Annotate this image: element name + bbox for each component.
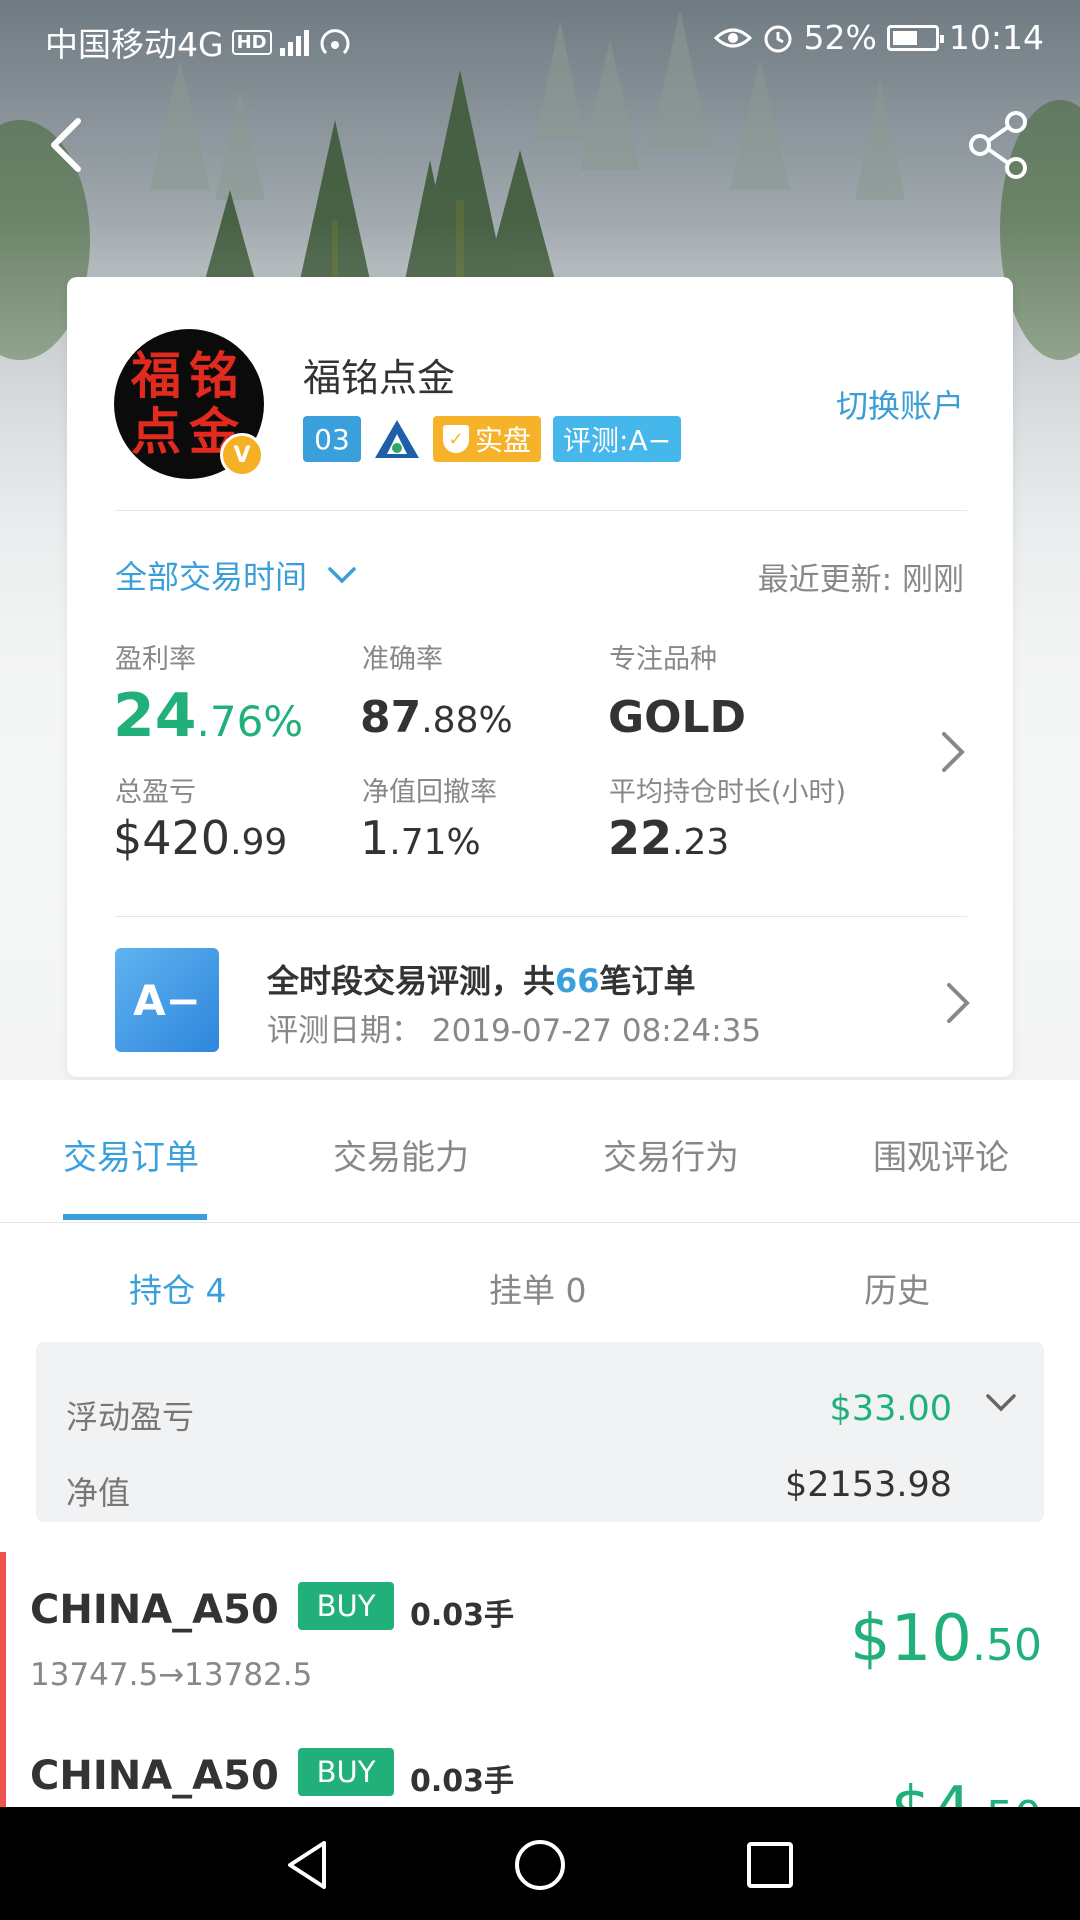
- tab-positions[interactable]: 持仓 4: [129, 1264, 227, 1312]
- order-pnl: $10.50: [850, 1602, 1042, 1676]
- main-tabs: 交易订单 交易能力 交易行为 围观评论: [0, 1080, 1080, 1223]
- order-pnl-dec: .50: [972, 1792, 1042, 1807]
- nav-recents-icon[interactable]: [740, 1835, 800, 1895]
- hotspot-icon: [320, 29, 350, 55]
- accuracy-value: 87.88%: [360, 692, 513, 743]
- chevron-down-icon[interactable]: [984, 1392, 1018, 1414]
- divider: [115, 916, 967, 917]
- order-side-badge: BUY: [298, 1582, 394, 1630]
- back-icon[interactable]: [44, 115, 88, 175]
- tab-history[interactable]: 历史: [864, 1264, 930, 1312]
- real-account-label: 实盘: [475, 424, 532, 457]
- system-nav-bar: [0, 1807, 1080, 1920]
- tab-ability[interactable]: 交易能力: [333, 1130, 469, 1179]
- user-name: 福铭点金: [303, 356, 456, 400]
- period-dropdown[interactable]: 全部交易时间: [115, 552, 357, 598]
- tag-row: 03 ✓ 实盘 评测:A−: [303, 416, 682, 462]
- order-row[interactable]: CHINA_A50 BUY 0.03手 $4.50: [0, 1718, 1080, 1807]
- chevron-right-icon[interactable]: [939, 730, 967, 774]
- battery-percent: 52%: [803, 18, 877, 57]
- drawdown-label: 净值回撤率: [362, 777, 497, 808]
- last-update: 最近更新: 刚刚: [757, 562, 964, 598]
- accuracy-label: 准确率: [362, 644, 443, 675]
- carrier-label: 中国移动4G: [45, 25, 224, 64]
- status-left: 中国移动4G HD: [45, 18, 357, 66]
- chevron-down-icon: [328, 567, 356, 584]
- profile-card: 福铭点金 V 福铭点金 03 ✓ 实盘 评测:A− 切换账户 全部交易时间 最近…: [67, 277, 1013, 1077]
- focus-label: 专注品种: [609, 644, 717, 675]
- profit-rate-dec: .76%: [196, 697, 304, 746]
- account-summary: 浮动盈亏 $33.00 净值 $2153.98: [36, 1342, 1044, 1522]
- floating-pnl-label: 浮动盈亏: [66, 1398, 195, 1436]
- order-row[interactable]: CHINA_A50 BUY 0.03手 13747.5→13782.5 $10.…: [0, 1552, 1080, 1720]
- signal-icon: [279, 28, 309, 56]
- evaluation-title-prefix: 全时段交易评测，共: [267, 962, 556, 1000]
- status-bar: 中国移动4G HD 52% 10:14: [0, 0, 1080, 75]
- sub-tabs: 持仓 4 挂单 0 历史: [0, 1224, 1080, 1344]
- profit-rate-label: 盈利率: [115, 644, 196, 675]
- verified-icon: V: [220, 433, 264, 477]
- total-pnl-dec: .99: [230, 822, 288, 863]
- period-label: 全部交易时间: [115, 558, 308, 596]
- evaluation-title-suffix: 笔订单: [599, 962, 696, 1000]
- chevron-right-icon[interactable]: [944, 981, 972, 1025]
- avg-hold-label: 平均持仓时长(小时): [609, 777, 847, 808]
- avg-hold-dec: .23: [672, 822, 730, 863]
- share-icon[interactable]: [968, 110, 1030, 180]
- drawdown-int: 1: [360, 811, 390, 865]
- total-pnl-int: $420: [113, 811, 231, 865]
- order-lots: 0.03手: [410, 1598, 515, 1633]
- evaluation-date: 评测日期： 2019-07-27 08:24:35: [267, 1013, 762, 1049]
- evaluation-tag: 评测:A−: [553, 416, 682, 462]
- focus-value: GOLD: [608, 692, 747, 743]
- order-symbol: CHINA_A50: [30, 1753, 279, 1799]
- order-pnl: $4.50: [891, 1774, 1042, 1807]
- order-prices: 13747.5→13782.5: [30, 1657, 313, 1693]
- shield-check-icon: ✓: [443, 425, 469, 453]
- tab-pending[interactable]: 挂单 0: [489, 1264, 587, 1312]
- order-pnl-int: $10: [849, 1602, 973, 1676]
- divider: [115, 510, 967, 511]
- evaluation-order-count: 66: [555, 962, 600, 1000]
- tab-comments[interactable]: 围观评论: [873, 1130, 1009, 1179]
- clock: 10:14: [948, 18, 1044, 57]
- order-pnl-int: $4: [891, 1774, 972, 1807]
- loss-accent-bar: [0, 1552, 6, 1720]
- avg-hold-int: 22: [608, 811, 673, 865]
- active-tab-indicator: [63, 1214, 207, 1220]
- drawdown-value: 1.71%: [360, 811, 481, 865]
- grade-icon: A−: [115, 948, 219, 1052]
- order-pnl-dec: .50: [972, 1620, 1042, 1671]
- loss-accent-bar: [0, 1718, 6, 1807]
- nav-home-icon[interactable]: [510, 1835, 570, 1895]
- battery-icon: [886, 24, 944, 51]
- profit-rate-value: 24.76%: [113, 681, 303, 751]
- eye-icon: [713, 28, 752, 47]
- floating-pnl-value: $33.00: [829, 1389, 952, 1429]
- tab-orders[interactable]: 交易订单: [63, 1130, 199, 1179]
- nav-back-icon[interactable]: [278, 1835, 338, 1895]
- broker-logo-icon: [375, 420, 419, 458]
- real-account-tag: ✓ 实盘: [433, 416, 542, 462]
- accuracy-dec: .88%: [421, 700, 513, 741]
- equity-value: $2153.98: [784, 1465, 952, 1505]
- alarm-icon: [764, 25, 792, 52]
- total-pnl-value: $420.99: [113, 811, 287, 865]
- accuracy-int: 87: [360, 692, 422, 743]
- order-symbol: CHINA_A50: [30, 1587, 279, 1633]
- evaluation-title[interactable]: 全时段交易评测，共66笔订单: [267, 956, 696, 1002]
- order-side-badge: BUY: [298, 1748, 394, 1796]
- total-pnl-label: 总盈亏: [115, 777, 196, 808]
- order-lots: 0.03手: [410, 1764, 515, 1799]
- tab-behavior[interactable]: 交易行为: [603, 1130, 739, 1179]
- hd-icon: HD: [231, 29, 272, 55]
- drawdown-dec: .71%: [389, 822, 481, 863]
- profit-rate-int: 24: [113, 681, 197, 751]
- equity-label: 净值: [66, 1474, 131, 1512]
- avg-hold-value: 22.23: [608, 811, 729, 865]
- switch-account-link[interactable]: 切换账户: [836, 381, 964, 427]
- status-right: 52% 10:14: [713, 18, 1044, 57]
- level-tag: 03: [303, 416, 361, 462]
